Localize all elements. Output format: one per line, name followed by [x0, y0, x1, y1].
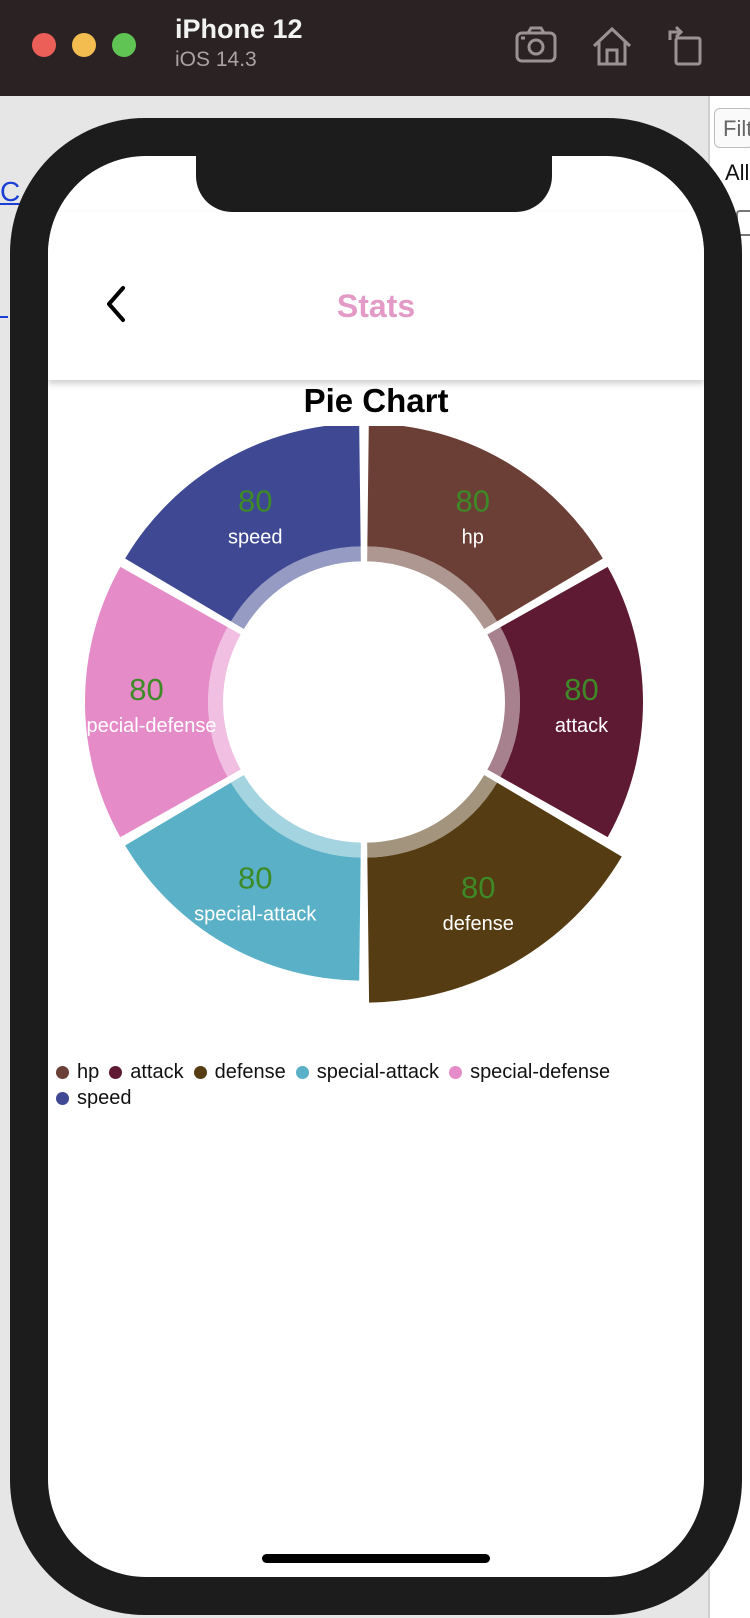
legend-item-attack[interactable]: attack	[109, 1060, 184, 1084]
rotate-icon[interactable]	[662, 22, 710, 70]
legend-color-dot	[193, 1065, 207, 1079]
slice-value-label: 80	[461, 870, 495, 905]
background-all-label: All	[725, 160, 750, 185]
slice-name-label: defense	[443, 913, 514, 935]
home-indicator	[262, 1554, 490, 1563]
minimize-window-button[interactable]	[72, 33, 96, 57]
phone-screen: Stats Pie Chart 80 hp 80 attack 80 defense 80 s…	[48, 156, 704, 1577]
navigation-header: Stats	[48, 212, 704, 380]
slice-name-label: attack	[555, 715, 609, 737]
simulator-title-bar: iPhone 12 iOS 14.3	[0, 0, 750, 97]
legend-label: special-attack	[316, 1060, 440, 1083]
legend-item-special-attack[interactable]: special-attack	[295, 1060, 440, 1084]
slice-name-label: speed	[228, 527, 283, 549]
chart-title: Pie Chart	[303, 382, 449, 419]
phone-frame: Stats Pie Chart 80 hp 80 attack 80 defense 80 s…	[10, 118, 742, 1615]
device-name: iPhone 12	[175, 14, 303, 44]
zoom-window-button[interactable]	[112, 33, 136, 57]
legend-label: hp	[77, 1060, 100, 1083]
home-icon[interactable]	[588, 22, 636, 70]
legend-item-special-defense[interactable]: special-defense	[449, 1060, 610, 1084]
slice-value-label: 80	[564, 672, 598, 707]
legend-color-dot	[295, 1065, 309, 1079]
legend-label: special-defense	[470, 1060, 611, 1083]
os-version: iOS 14.3	[175, 48, 257, 71]
legend-item-hp[interactable]: hp	[56, 1060, 99, 1084]
slice-value-label: 80	[238, 484, 272, 519]
legend-color-dot	[449, 1065, 463, 1079]
slice-name-label: special-attack	[194, 903, 317, 925]
legend-color-dot	[56, 1091, 69, 1105]
legend-color-dot	[56, 1065, 69, 1079]
slice-name-label: hp	[462, 527, 484, 549]
legend-item-speed[interactable]: speed	[56, 1086, 132, 1110]
slice-value-label: 80	[456, 484, 490, 519]
legend-color-dot	[109, 1065, 123, 1079]
slice-value-label: 80	[238, 860, 272, 895]
background-link-fragment[interactable]	[0, 290, 8, 318]
chart-legend: hp attack defense special-attack special-def…	[56, 1060, 696, 1110]
notch	[196, 156, 552, 212]
close-window-button[interactable]	[32, 33, 56, 57]
page-title: Stats	[336, 288, 416, 324]
legend-item-defense[interactable]: defense	[193, 1060, 286, 1084]
legend-label: attack	[130, 1060, 184, 1083]
screenshot-icon[interactable]	[512, 22, 560, 70]
background-filter-input[interactable]: Filt	[714, 108, 750, 148]
slice-name-label: special-defense	[76, 715, 216, 737]
pie-chart: 80 hp 80 attack 80 defense 80 special-attack 80 s…	[76, 426, 644, 1003]
legend-label: defense	[214, 1060, 286, 1083]
background-link[interactable]: C	[0, 176, 20, 208]
slice-value-label: 80	[129, 672, 163, 707]
legend-label: speed	[77, 1086, 132, 1109]
